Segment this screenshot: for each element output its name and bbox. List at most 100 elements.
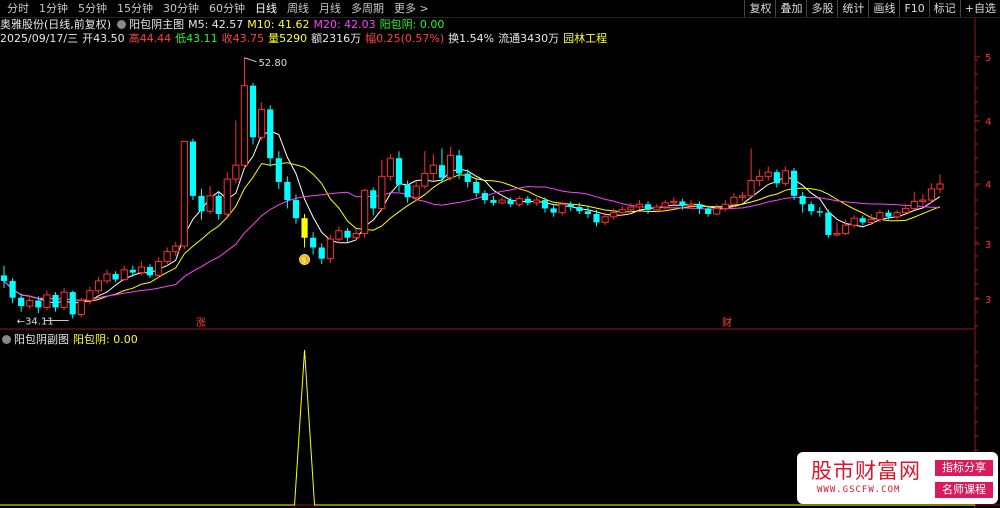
candle-body	[0, 275, 8, 281]
candle-body	[584, 211, 592, 215]
candle-body	[464, 173, 471, 182]
candle-body	[764, 171, 772, 177]
axis-tick-label: 3	[985, 295, 991, 306]
candle-body	[198, 195, 205, 212]
candle-body	[773, 172, 780, 184]
candle-body	[52, 294, 59, 308]
candle-body	[713, 207, 721, 215]
candle-body	[756, 175, 764, 182]
candle-body	[721, 203, 729, 209]
candle-body	[43, 294, 51, 308]
candle-body	[180, 140, 188, 247]
kline-chart[interactable]: 5 4 4 3 3 52.80 ←34.11 $ 涨 财	[0, 0, 1000, 508]
candle-body	[215, 195, 222, 215]
candle-body	[35, 300, 42, 308]
candle-body	[893, 212, 901, 218]
candle-body	[284, 181, 291, 201]
candle-body	[18, 297, 25, 307]
candle-body	[146, 267, 154, 276]
candle-body	[292, 200, 300, 219]
candle-body	[370, 190, 377, 209]
candle-body	[473, 181, 480, 194]
candle-body	[747, 180, 755, 197]
candle-body	[679, 201, 686, 206]
candle-body	[352, 233, 360, 239]
candle-body	[601, 216, 609, 223]
watermark-url: WWW.GSCFW.COM	[817, 485, 901, 495]
candle-body	[189, 141, 197, 196]
candle-body	[258, 108, 266, 138]
candle-body	[825, 212, 832, 235]
candle-body	[267, 109, 274, 159]
candle-body	[498, 199, 506, 204]
candle-body	[206, 195, 214, 212]
candle-body	[558, 203, 566, 214]
candle-body	[781, 170, 790, 184]
candle-body	[653, 206, 661, 211]
axis-tick-label: 3	[985, 240, 991, 251]
candle-body	[696, 204, 703, 209]
candle-body	[335, 230, 343, 240]
candle-body	[850, 217, 858, 226]
candle-body	[808, 204, 815, 212]
candle-body	[618, 209, 626, 214]
watermark-logo: 股市财富网 WWW.GSCFW.COM 指标分享 名师课程	[797, 452, 998, 504]
candle-body	[876, 212, 884, 221]
candle-body	[69, 292, 76, 315]
candle-body	[456, 155, 463, 174]
candle-body	[223, 178, 231, 215]
candle-body	[790, 170, 798, 196]
candle-body	[310, 237, 317, 248]
candle-body	[902, 207, 910, 214]
sub-indicator-value: 阳包阴: 0.00	[73, 333, 138, 346]
candle-body	[859, 218, 866, 223]
candle-body	[163, 251, 171, 262]
candle-body	[524, 198, 531, 203]
candle-body	[481, 193, 488, 201]
candle-body	[610, 212, 618, 218]
candle-body	[567, 204, 574, 208]
axis-tick-label: 4	[985, 180, 991, 191]
candle-body	[404, 184, 411, 198]
candle-body	[129, 269, 136, 273]
candle-body	[446, 154, 455, 179]
candle-body	[77, 299, 85, 315]
candle-body	[661, 202, 669, 208]
candle-body	[86, 290, 94, 301]
sub-settings-circle-icon[interactable]	[2, 335, 11, 344]
candle-body	[386, 157, 395, 177]
candle-body	[867, 219, 875, 223]
candle-body	[378, 175, 386, 209]
candle-body	[490, 200, 497, 203]
candle-body	[532, 199, 540, 204]
watermark-title: 股市财富网	[811, 459, 921, 483]
event-marker-zhang: 涨	[196, 317, 206, 329]
candle-body	[687, 203, 695, 207]
candle-body	[103, 273, 111, 282]
candle-body	[154, 260, 163, 276]
candle-body	[515, 198, 523, 205]
candle-body	[112, 273, 119, 280]
candle-body	[841, 224, 850, 235]
sub-indicator-name[interactable]: 阳包阴副图	[14, 333, 69, 347]
candle-body	[833, 233, 841, 236]
candle-body	[318, 247, 325, 259]
candle-body	[885, 212, 892, 217]
candle-body	[541, 200, 549, 209]
candle-body	[593, 214, 600, 223]
event-marker-cai: 财	[722, 316, 732, 329]
candle-body	[361, 189, 369, 235]
axis-tick-label: 4	[985, 117, 991, 128]
money-bag-icon-symbol: $	[302, 255, 307, 264]
candle-body	[94, 280, 103, 292]
candle-body	[249, 85, 257, 138]
candle-body	[301, 218, 308, 238]
watermark-badge-indicator: 指标分享	[935, 460, 993, 476]
candle-body	[421, 173, 429, 187]
watermark-badge-course: 名师课程	[935, 482, 993, 498]
candle-body	[9, 280, 16, 298]
candle-body	[275, 158, 282, 182]
candle-body	[395, 158, 403, 185]
candle-body	[644, 204, 652, 210]
axis-tick-label: 5	[985, 53, 991, 64]
